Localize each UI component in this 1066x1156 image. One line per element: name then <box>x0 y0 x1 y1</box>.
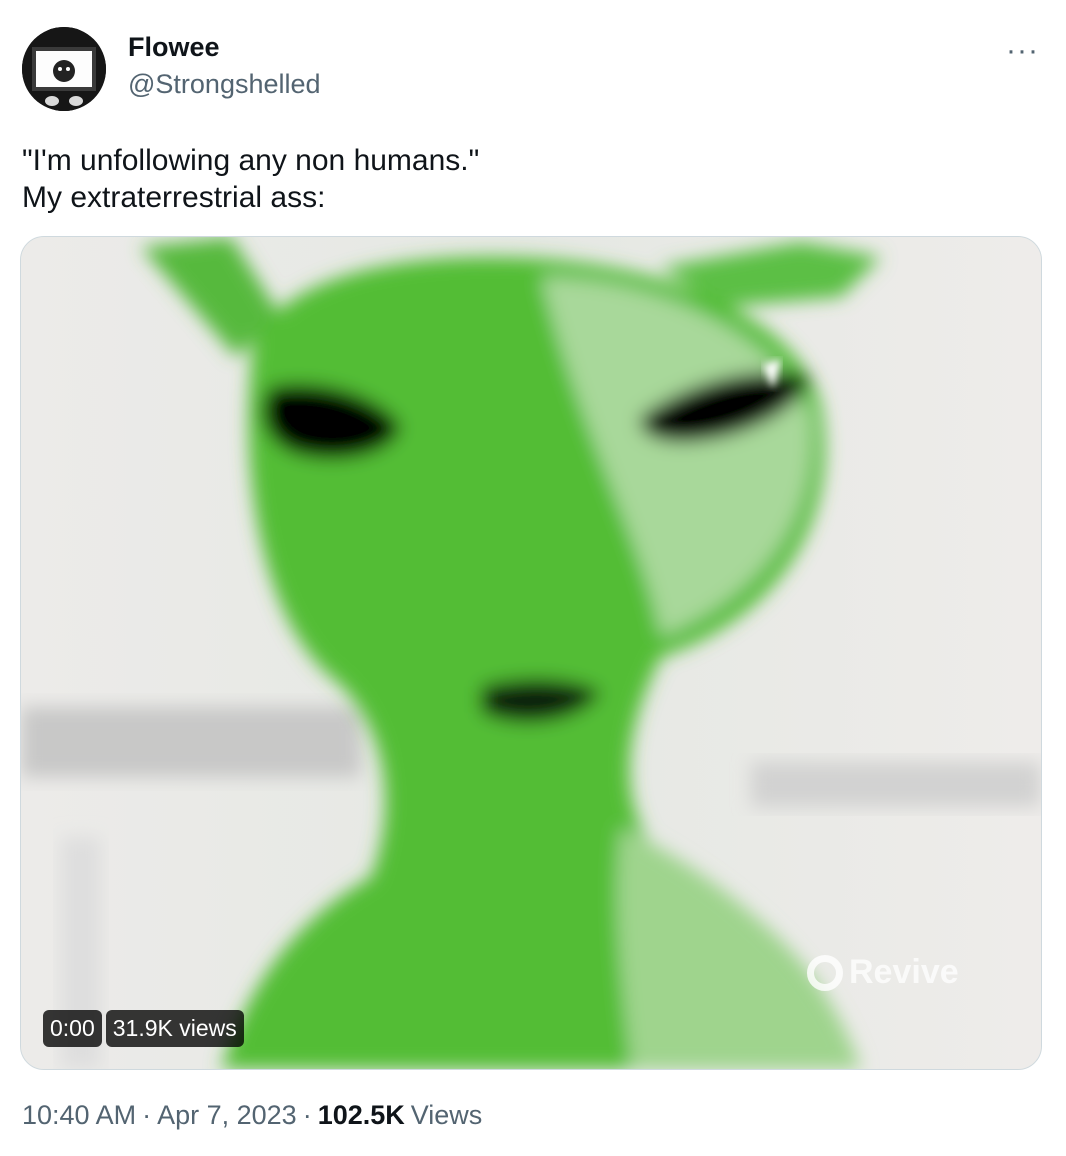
watermark-text: Revive <box>849 953 959 991</box>
views-count: 102.5K <box>317 1100 405 1130</box>
tweet-line: My extraterrestrial ass: <box>22 181 326 214</box>
video-player[interactable]: Revive 0:00 31.9K views <box>20 236 1042 1070</box>
watermark: Revive <box>807 953 959 992</box>
author-name[interactable]: Flowee <box>128 32 220 63</box>
video-time-badge: 0:00 <box>43 1010 102 1047</box>
tweet-meta: 10:40 AM · Apr 7, 2023 · 102.5K Views <box>22 1100 482 1131</box>
tweet-time[interactable]: 10:40 AM <box>22 1100 136 1131</box>
tweet-text: "I'm unfollowing any non humans." My ext… <box>22 142 479 216</box>
more-options-icon[interactable]: ··· <box>1006 34 1039 68</box>
profile-avatar-icon <box>22 27 106 111</box>
video-views-badge: 31.9K views <box>105 1010 244 1047</box>
tweet-line: "I'm unfollowing any non humans." <box>22 144 480 177</box>
meta-separator: · <box>302 1100 312 1130</box>
video-badges: 0:00 31.9K views <box>43 1010 244 1047</box>
meta-separator: · <box>142 1100 152 1130</box>
avatar[interactable] <box>22 27 106 111</box>
author-handle[interactable]: @Strongshelled <box>128 69 321 100</box>
revive-logo-icon <box>807 954 843 991</box>
tweet-date[interactable]: Apr 7, 2023 <box>157 1100 297 1131</box>
views-label: Views <box>410 1100 483 1130</box>
alien-video-frame <box>21 237 1041 1069</box>
